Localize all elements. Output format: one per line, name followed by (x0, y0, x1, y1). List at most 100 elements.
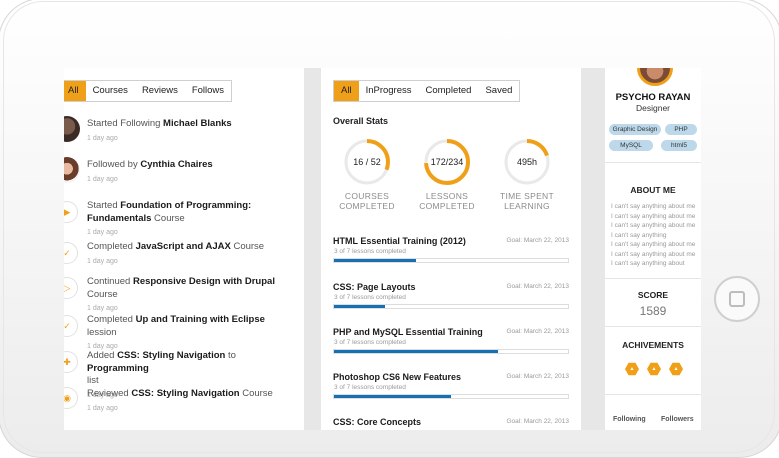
course-title[interactable]: Photoshop CS6 New Features (333, 372, 461, 382)
feed-text: Course (87, 288, 118, 300)
feed-text: Completed (87, 241, 136, 252)
feed-link[interactable]: Programming (87, 363, 149, 374)
feed-time: 1 day ago (87, 257, 118, 265)
progress-bar-fill (334, 259, 416, 262)
progress-bar (333, 394, 569, 399)
feed-link[interactable]: JavaScript and AJAX (136, 241, 231, 252)
feed-text: Course (239, 388, 273, 399)
feed-text: Added (87, 350, 118, 361)
progress-bar-fill (334, 305, 386, 308)
about-line: I can't say anything about me (611, 250, 696, 258)
tab-inprogress[interactable]: InProgress (359, 81, 419, 101)
tab-completed[interactable]: Completed (419, 81, 479, 101)
profile-avatar[interactable] (637, 68, 673, 86)
feed-text: to (225, 350, 236, 361)
feed-link[interactable]: CSS: Styling Navigation (117, 350, 225, 361)
divider (605, 278, 701, 279)
tab-courses[interactable]: Courses (86, 81, 135, 101)
course-title[interactable]: HTML Essential Training (2012) (333, 236, 466, 246)
about-text: I can't say anything about me I can't sa… (605, 202, 701, 269)
profile-panel: PSYCHO RAYAN Designer Graphic Design PHP… (605, 68, 701, 430)
stat-label-line: TIME SPENT (499, 191, 554, 201)
stat-ring-courses: 16 / 52 (343, 138, 391, 186)
stat-label-line: COMPLETED (419, 201, 475, 211)
home-button[interactable] (714, 276, 760, 322)
feed-link[interactable]: Cynthia Chaires (140, 159, 212, 170)
course-goal: Goal: March 22, 2013 (506, 328, 569, 335)
stat-label: LESSONS COMPLETED (407, 191, 487, 211)
course-progress-text: 3 of 7 lessons completed (334, 294, 406, 301)
feed-text: Started Following (87, 118, 164, 129)
avatar-icon[interactable] (64, 116, 80, 142)
followers-label[interactable]: Followers (661, 416, 694, 423)
achievement-badge-icon[interactable]: ▲ (669, 362, 683, 376)
course-goal: Goal: March 22, 2013 (506, 418, 569, 425)
check-icon: ✓ (64, 315, 78, 337)
avatar-icon[interactable] (64, 157, 80, 183)
home-square-icon (729, 291, 745, 307)
feed-time: 1 day ago (87, 175, 118, 183)
about-line: I can't say anything about me (611, 203, 696, 210)
stat-label: TIME SPENT LEARNING (487, 191, 567, 211)
feed-text: Completed (87, 314, 136, 325)
screen: All Courses Reviews Follows Started Foll… (64, 68, 701, 430)
next-icon: ▷ (64, 277, 78, 299)
tab-all-courses[interactable]: All (334, 81, 359, 101)
tab-all[interactable]: All (64, 81, 86, 101)
stat-ring-time: 495h (503, 138, 551, 186)
feed-text: Reviewed (87, 388, 132, 399)
progress-bar (333, 258, 569, 263)
course-progress-text: 3 of 7 lessons completed (334, 339, 406, 346)
courses-panel: All InProgress Completed Saved Overall S… (321, 68, 581, 430)
score-title: SCORE (637, 290, 669, 300)
feed-text: Continued (87, 276, 133, 287)
feed-text: Course (230, 241, 265, 252)
feed-text: lession (87, 326, 117, 338)
divider (605, 162, 701, 163)
stat-label-line: LESSONS (425, 191, 469, 201)
about-line: I can't say anything about me (611, 212, 696, 220)
play-icon: ▶ (64, 201, 78, 223)
course-title[interactable]: PHP and MySQL Essential Training (333, 327, 483, 337)
stat-label: COURSES COMPLETED (327, 191, 407, 211)
tab-saved[interactable]: Saved (478, 81, 519, 101)
tab-reviews[interactable]: Reviews (135, 81, 185, 101)
feed-link[interactable]: Up and Training with Eclipse (136, 314, 265, 325)
skill-tag[interactable]: MySQL (609, 140, 653, 151)
stat-value: 495h (516, 157, 538, 167)
feed-text: Started (87, 200, 121, 211)
stat-label-line: COURSES (344, 191, 390, 201)
achievement-badge-icon[interactable]: ▲ (625, 362, 639, 376)
progress-bar (333, 304, 569, 309)
about-title: ABOUT ME (630, 185, 676, 195)
course-title[interactable]: CSS: Page Layouts (333, 282, 416, 292)
stat-label-line: LEARNING (504, 201, 550, 211)
check-icon: ✓ (64, 242, 78, 264)
profile-role: Designer (635, 103, 671, 113)
course-goal: Goal: March 22, 2013 (506, 237, 569, 244)
feed-time: 1 day ago (87, 404, 118, 412)
stat-label-line: COMPLETED (339, 201, 395, 211)
course-goal: Goal: March 22, 2013 (506, 373, 569, 380)
tab-follows[interactable]: Follows (185, 81, 231, 101)
divider (605, 394, 701, 395)
eye-icon: ◉ (64, 387, 78, 409)
following-label[interactable]: Following (613, 416, 646, 423)
achievement-badge-icon[interactable]: ▲ (647, 362, 661, 376)
feed-link[interactable]: CSS: Styling Navigation (131, 388, 239, 399)
stat-ring-lessons: 172/234 (423, 138, 471, 186)
feed-link[interactable]: Responsive Design with Drupal (133, 276, 275, 287)
divider (605, 326, 701, 327)
course-title[interactable]: CSS: Core Concepts (333, 417, 421, 427)
progress-bar-fill (334, 350, 498, 353)
progress-bar (333, 349, 569, 354)
course-goal: Goal: March 22, 2013 (506, 283, 569, 290)
skill-tag[interactable]: Graphic Design (609, 124, 661, 135)
score-value: 1589 (639, 304, 667, 318)
skill-tag[interactable]: html5 (661, 140, 697, 151)
stat-value: 16 / 52 (353, 157, 381, 167)
feed-link[interactable]: Michael Blanks (163, 118, 232, 129)
achievements-title: ACHIVEMENTS (622, 340, 684, 350)
overall-stats-title: Overall Stats (333, 116, 389, 126)
skill-tag[interactable]: PHP (665, 124, 697, 135)
